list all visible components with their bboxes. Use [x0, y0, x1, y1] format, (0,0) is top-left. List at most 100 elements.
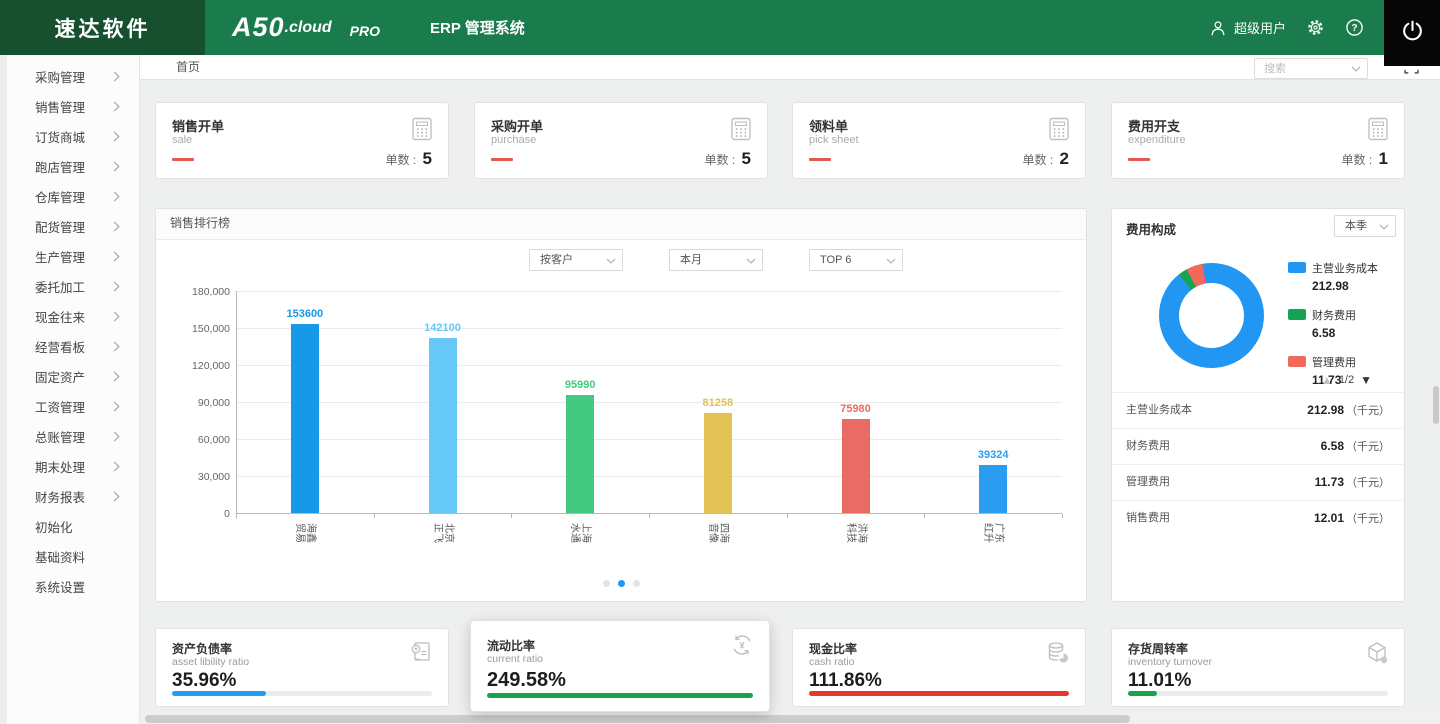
logout-power-button[interactable]: [1384, 0, 1440, 66]
vertical-scrollbar-thumb[interactable]: [1433, 386, 1439, 424]
bar-四海音像[interactable]: [704, 413, 732, 513]
user-menu[interactable]: 超级用户: [1209, 18, 1286, 37]
bar-北京正飞[interactable]: [429, 338, 457, 513]
grid-line: [236, 402, 1062, 403]
bar-洪海科技[interactable]: [842, 419, 870, 513]
pager-text: 1/2: [1339, 374, 1354, 386]
sidebar-item-基础资料[interactable]: 基础资料: [7, 541, 138, 571]
sidebar-item-采购管理[interactable]: 采购管理: [7, 61, 138, 91]
sidebar-item-label: 工资管理: [35, 397, 85, 416]
x-axis-category-label: 海鑫贸易: [294, 521, 316, 545]
stat-card[interactable]: 领料单pick sheet单数 : 2: [792, 102, 1086, 179]
sidebar-item-工资管理[interactable]: 工资管理: [7, 391, 138, 421]
carousel-dot[interactable]: [633, 580, 640, 587]
x-axis-tick: [374, 514, 375, 518]
progress-track: [172, 691, 432, 696]
sidebar-item-现金往来[interactable]: 现金往来: [7, 301, 138, 331]
expense-donut-chart: [1159, 263, 1264, 368]
bar-海鑫贸易[interactable]: [291, 324, 319, 513]
count-value: 2: [1060, 149, 1069, 168]
sidebar-item-label: 销售管理: [35, 97, 85, 116]
sidebar-item-跑店管理[interactable]: 跑店管理: [7, 151, 138, 181]
app-header: 速达软件 A50 .cloud PRO ERP 管理系统 超级用户: [0, 0, 1440, 55]
legend-entry-top: 管理费用: [1288, 353, 1378, 371]
chevron-right-icon: [110, 432, 120, 442]
progress-fill: [1128, 691, 1157, 696]
caret-up-icon[interactable]: ▲: [1321, 373, 1333, 387]
grid-line: [236, 328, 1062, 329]
ratio-card-title: 资产负债率: [172, 640, 232, 657]
sidebar-item-销售管理[interactable]: 销售管理: [7, 91, 138, 121]
top-filter-select[interactable]: TOP 6: [809, 249, 903, 271]
select-value: 按客户: [540, 254, 573, 266]
search-input[interactable]: [1262, 60, 1344, 78]
system-name: ERP 管理系统: [430, 17, 525, 38]
grid-line: [236, 365, 1062, 366]
sidebar-item-仓库管理[interactable]: 仓库管理: [7, 181, 138, 211]
power-icon: [1400, 18, 1425, 48]
sidebar-item-系统设置[interactable]: 系统设置: [7, 571, 138, 601]
stat-card[interactable]: 销售开单sale单数 : 5: [155, 102, 449, 179]
bar-上海水通[interactable]: [566, 395, 594, 513]
brand: A50 .cloud PRO ERP 管理系统: [232, 0, 525, 55]
coins-icon: [1045, 640, 1071, 666]
accent-dash: [1128, 158, 1150, 161]
ratio-card-资产负债率[interactable]: 资产负债率asset libility ratio35.96%: [155, 628, 449, 707]
horizontal-scrollbar[interactable]: [0, 714, 1440, 724]
customer-filter-select[interactable]: 按客户: [529, 249, 623, 271]
sidebar-item-委托加工[interactable]: 委托加工: [7, 271, 138, 301]
tab-home[interactable]: 首页: [166, 55, 210, 80]
sidebar-item-label: 生产管理: [35, 247, 85, 266]
expense-row-value: 6.58（千元）: [1321, 429, 1390, 464]
stat-card[interactable]: 采购开单purchase单数 : 5: [474, 102, 768, 179]
chevron-right-icon: [110, 252, 120, 262]
chevron-right-icon: [110, 102, 120, 112]
legend-entry[interactable]: 主营业务成本212.98: [1288, 259, 1378, 293]
legend-value: 212.98: [1312, 279, 1378, 293]
x-axis-category-label: 广东红升: [982, 521, 1004, 545]
ratio-card-存货周转率[interactable]: 存货周转率inventory turnover11.01%: [1111, 628, 1405, 707]
carousel-dot[interactable]: [618, 580, 625, 587]
sidebar-item-label: 跑店管理: [35, 157, 85, 176]
stat-card-subtitle: sale: [172, 134, 192, 146]
carousel-dot[interactable]: [603, 580, 610, 587]
sidebar-item-生产管理[interactable]: 生产管理: [7, 241, 138, 271]
sidebar-item-初始化[interactable]: 初始化: [7, 511, 138, 541]
sidebar-item-配货管理[interactable]: 配货管理: [7, 211, 138, 241]
gear-icon[interactable]: [1306, 18, 1325, 37]
expense-row: 管理费用11.73（千元）: [1112, 464, 1404, 500]
help-icon[interactable]: ?: [1345, 18, 1364, 37]
stat-card-count: 单数 : 2: [1023, 149, 1069, 169]
sidebar-item-期末处理[interactable]: 期末处理: [7, 451, 138, 481]
period-select[interactable]: 本季: [1334, 215, 1396, 237]
stat-card[interactable]: 费用开支expenditure单数 : 1: [1111, 102, 1405, 179]
ratio-card-现金比率[interactable]: 现金比率cash ratio111.86%: [792, 628, 1086, 707]
app-logo: 速达软件: [0, 0, 205, 55]
bar-value-label: 95990: [535, 379, 625, 391]
user-icon: [1209, 19, 1227, 37]
legend-entry[interactable]: 财务费用6.58: [1288, 306, 1378, 340]
ratio-card-subtitle: inventory turnover: [1128, 656, 1212, 668]
y-axis-tick-label: 150,000: [172, 323, 230, 335]
horizontal-scrollbar-thumb[interactable]: [145, 715, 1130, 723]
caret-down-icon[interactable]: ▼: [1360, 373, 1372, 387]
product-name: A50: [232, 12, 285, 43]
search-select[interactable]: [1254, 58, 1368, 79]
sidebar-item-固定资产[interactable]: 固定资产: [7, 361, 138, 391]
calculator-icon: [409, 116, 435, 142]
expense-panel-title: 费用构成: [1126, 219, 1176, 238]
x-axis-tick: [649, 514, 650, 518]
period-filter-select[interactable]: 本月: [669, 249, 763, 271]
legend-swatch: [1288, 309, 1306, 320]
count-value: 1: [1379, 149, 1388, 168]
sidebar-item-经营看板[interactable]: 经营看板: [7, 331, 138, 361]
ratio-card-流动比率[interactable]: 流动比率current ratio249.58%¥: [470, 620, 770, 712]
sidebar-item-订货商城[interactable]: 订货商城: [7, 121, 138, 151]
bar-广东红升[interactable]: [979, 465, 1007, 513]
sidebar-item-财务报表[interactable]: 财务报表: [7, 481, 138, 511]
sidebar-scrollbar[interactable]: [0, 55, 7, 724]
sidebar-item-label: 系统设置: [35, 577, 85, 596]
user-name: 超级用户: [1234, 18, 1286, 37]
sidebar-item-总账管理[interactable]: 总账管理: [7, 421, 138, 451]
expense-row-number: 212.98: [1307, 403, 1344, 417]
